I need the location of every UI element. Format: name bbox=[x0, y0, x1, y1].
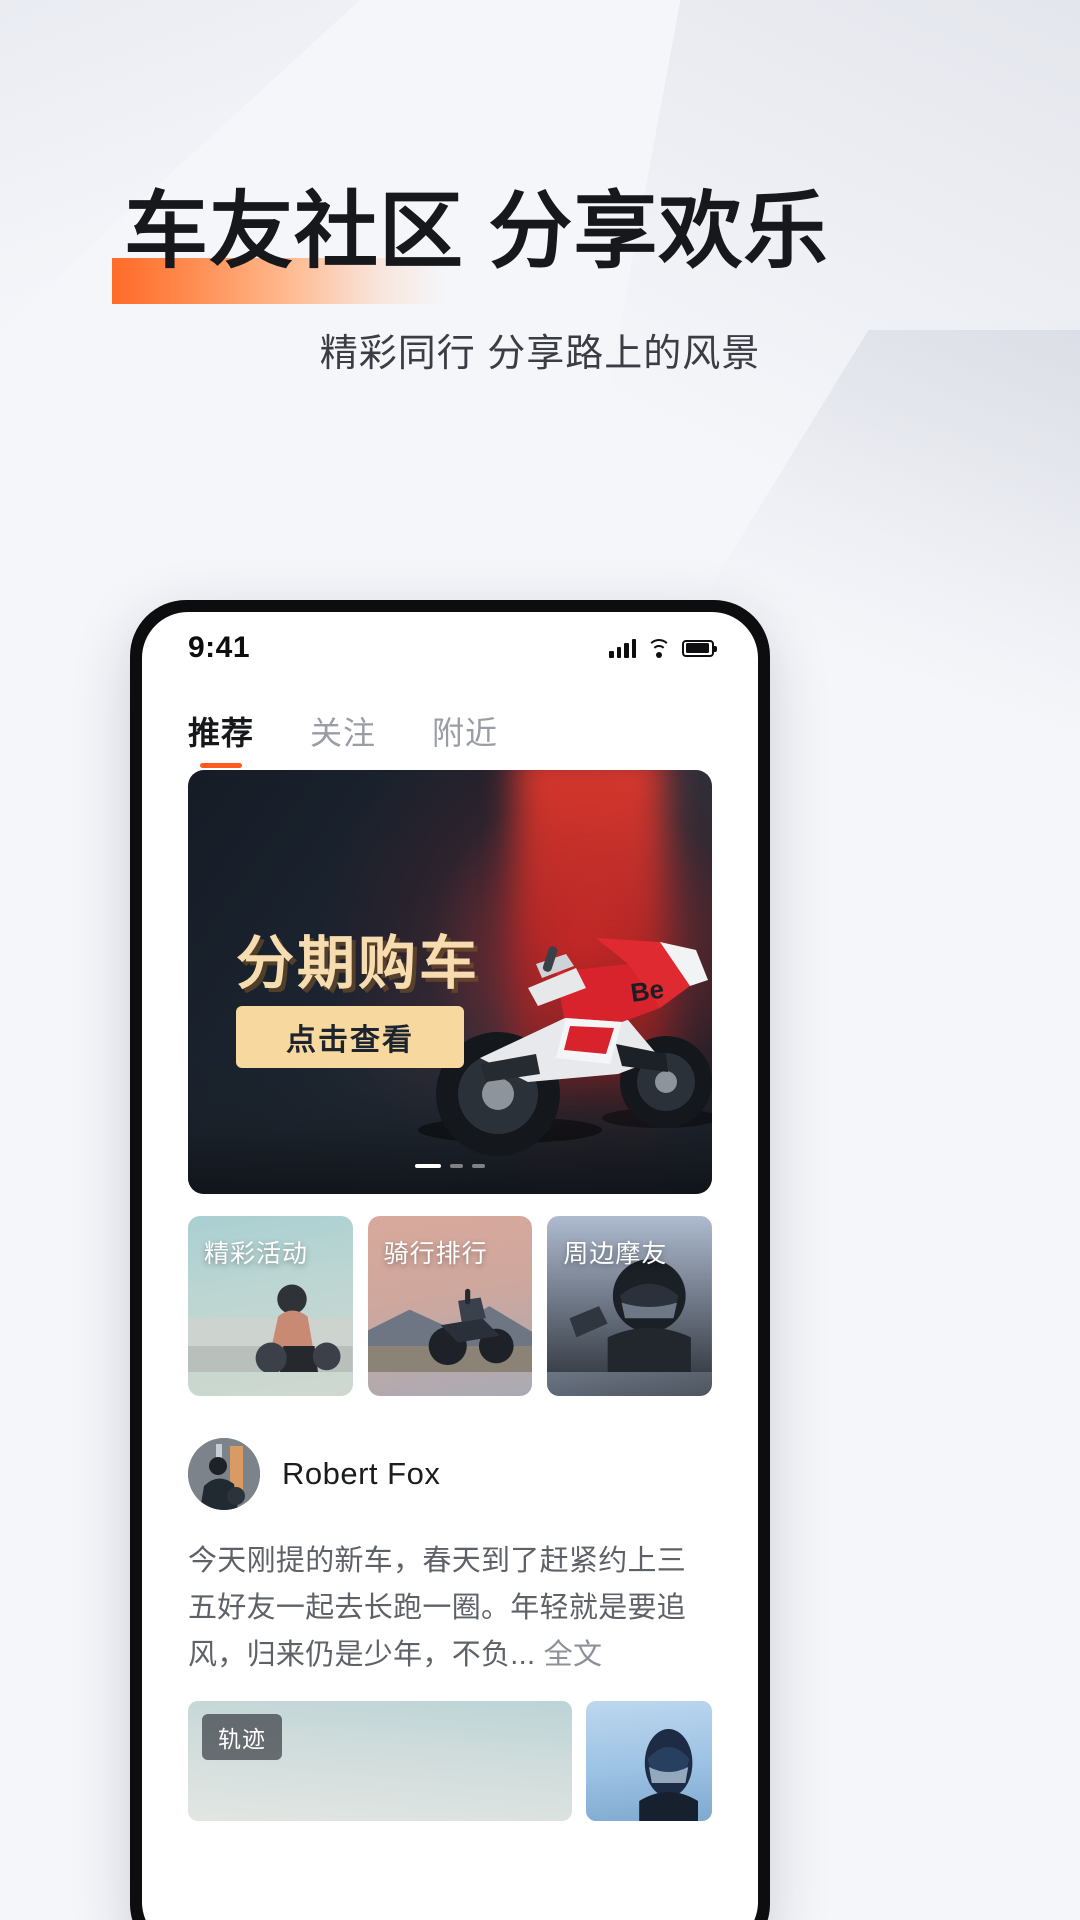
category-card-activities-label: 精彩活动 bbox=[204, 1240, 309, 1268]
category-card-row: 精彩活动 骑行排行 周边摩友 bbox=[188, 1216, 713, 1396]
rider-thumbnail-illustration bbox=[639, 1728, 698, 1821]
promo-banner[interactable]: Be 分期购车 点击查看 bbox=[188, 770, 712, 1194]
carousel-dot-1[interactable] bbox=[415, 1164, 441, 1168]
tab-active-indicator bbox=[200, 763, 242, 768]
carousel-dot-2[interactable] bbox=[450, 1164, 463, 1168]
banner-cta-button[interactable]: 点击查看 bbox=[236, 1006, 464, 1068]
category-card-nearby-riders-label: 周边摩友 bbox=[563, 1240, 668, 1268]
tab-nearby-label: 附近 bbox=[432, 715, 499, 751]
post-expand-link[interactable]: 全文 bbox=[535, 1639, 602, 1671]
wifi-icon bbox=[647, 639, 671, 658]
post-photo-track[interactable]: 轨迹 bbox=[188, 1700, 572, 1821]
status-time: 9:41 bbox=[188, 631, 251, 664]
post-author-row[interactable]: Robert Fox bbox=[188, 1438, 712, 1510]
tab-recommend[interactable]: 推荐 bbox=[188, 708, 254, 768]
svg-text:Be: Be bbox=[629, 974, 666, 1008]
tab-following-label: 关注 bbox=[310, 715, 377, 751]
photo-badge-track: 轨迹 bbox=[202, 1713, 282, 1760]
tab-nearby[interactable]: 附近 bbox=[432, 708, 498, 768]
page-subtitle: 精彩同行 分享路上的风景 bbox=[319, 333, 761, 375]
post-photo-rider[interactable] bbox=[586, 1700, 712, 1821]
tab-following[interactable]: 关注 bbox=[310, 708, 376, 768]
avatar[interactable] bbox=[188, 1438, 260, 1510]
category-card-ranking-label: 骑行排行 bbox=[383, 1240, 488, 1268]
headline-wrapper: 车友社区 分享欢乐 bbox=[112, 184, 829, 304]
post-body-text: 今天刚提的新车，春天到了赶紧约上三五好友一起去长跑一圈。年轻就是要追风，归来仍是… bbox=[188, 1538, 712, 1679]
phone-mockup: 9:41 推荐 关注 附近 Be 分期购车 点击查看 精彩活动 骑行排行 周边摩… bbox=[130, 600, 770, 1920]
category-card-nearby-riders[interactable]: 周边摩友 bbox=[547, 1216, 713, 1396]
carousel-dot-3[interactable] bbox=[472, 1164, 485, 1168]
status-bar: 9:41 bbox=[142, 612, 758, 684]
signal-icon bbox=[609, 638, 636, 658]
post-body-content: 今天刚提的新车，春天到了赶紧约上三五好友一起去长跑一圈。年轻就是要追风，归来仍是… bbox=[188, 1545, 687, 1671]
category-card-ranking[interactable]: 骑行排行 bbox=[367, 1216, 533, 1396]
post-author-name: Robert Fox bbox=[282, 1456, 441, 1491]
marketing-page: 车友社区 分享欢乐 精彩同行 分享路上的风景 9:41 推荐 关注 附近 Be … bbox=[0, 0, 1080, 1920]
post-photo-row: 轨迹 bbox=[188, 1700, 712, 1821]
banner-carousel-dots[interactable] bbox=[415, 1164, 485, 1168]
battery-icon bbox=[682, 639, 717, 657]
feed-post: Robert Fox 今天刚提的新车，春天到了赶紧约上三五好友一起去长跑一圈。年… bbox=[188, 1438, 712, 1821]
phone-screen: 9:41 推荐 关注 附近 Be 分期购车 点击查看 精彩活动 骑行排行 周边摩… bbox=[142, 612, 758, 1920]
category-card-activities[interactable]: 精彩活动 bbox=[188, 1216, 353, 1396]
page-title: 车友社区 分享欢乐 bbox=[124, 184, 829, 278]
status-icons bbox=[609, 638, 717, 658]
avatar-photo bbox=[188, 1438, 260, 1510]
tab-recommend-label: 推荐 bbox=[188, 715, 255, 751]
feed-content: Be 分期购车 点击查看 精彩活动 骑行排行 周边摩友 Robert Fox 今… bbox=[142, 770, 758, 1821]
feed-tabbar: 推荐 关注 附近 bbox=[142, 684, 758, 770]
banner-title: 分期购车 bbox=[236, 931, 481, 996]
